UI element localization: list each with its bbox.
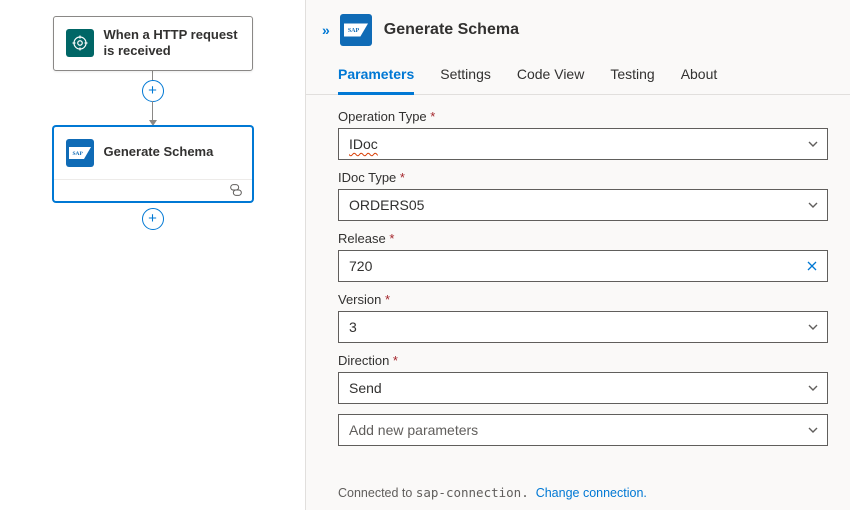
connection-status: Connected to sap-connection. Change conn… bbox=[306, 481, 850, 510]
add-new-parameters-label: Add new parameters bbox=[349, 422, 478, 438]
workflow-canvas: When a HTTP request is received + SAP Ge… bbox=[0, 0, 305, 510]
edge-arrow-icon bbox=[149, 120, 157, 126]
idoc-type-value: ORDERS05 bbox=[349, 197, 424, 213]
release-input[interactable]: 720 bbox=[338, 250, 828, 282]
connection-name: sap-connection. bbox=[416, 485, 529, 500]
direction-value: Send bbox=[349, 380, 382, 396]
tab-about[interactable]: About bbox=[681, 66, 718, 94]
add-new-parameters-select[interactable]: Add new parameters bbox=[338, 414, 828, 446]
edge bbox=[152, 101, 153, 121]
tab-parameters[interactable]: Parameters bbox=[338, 66, 414, 95]
release-value: 720 bbox=[349, 258, 372, 274]
node-http-trigger[interactable]: When a HTTP request is received bbox=[53, 16, 253, 71]
add-step-button[interactable]: + bbox=[142, 80, 164, 102]
clear-icon[interactable] bbox=[805, 259, 819, 273]
connection-icon bbox=[228, 184, 244, 196]
version-label: Version * bbox=[338, 292, 828, 307]
chevron-down-icon bbox=[807, 199, 819, 211]
panel-title: Generate Schema bbox=[384, 21, 519, 39]
chevron-down-icon bbox=[807, 321, 819, 333]
svg-text:SAP: SAP bbox=[348, 28, 360, 34]
chevron-down-icon bbox=[807, 424, 819, 436]
node-sap-title: Generate Schema bbox=[104, 144, 214, 160]
tab-settings[interactable]: Settings bbox=[440, 66, 491, 94]
tab-codeview[interactable]: Code View bbox=[517, 66, 584, 94]
action-detail-panel: » SAP Generate Schema Parameters Setting… bbox=[305, 0, 850, 510]
operation-type-label: Operation Type * bbox=[338, 109, 828, 124]
version-select[interactable]: 3 bbox=[338, 311, 828, 343]
version-value: 3 bbox=[349, 319, 357, 335]
operation-type-value: IDoc bbox=[349, 136, 378, 152]
idoc-type-label: IDoc Type * bbox=[338, 170, 828, 185]
svg-text:SAP: SAP bbox=[72, 151, 83, 157]
node-http-title: When a HTTP request is received bbox=[104, 27, 240, 60]
direction-select[interactable]: Send bbox=[338, 372, 828, 404]
add-step-button[interactable]: + bbox=[142, 208, 164, 230]
release-label: Release * bbox=[338, 231, 828, 246]
collapse-panel-button[interactable]: » bbox=[322, 22, 328, 38]
chevron-down-icon bbox=[807, 138, 819, 150]
direction-label: Direction * bbox=[338, 353, 828, 368]
chevron-down-icon bbox=[807, 382, 819, 394]
tab-testing[interactable]: Testing bbox=[610, 66, 654, 94]
sap-icon: SAP bbox=[66, 139, 94, 167]
node-generate-schema[interactable]: SAP Generate Schema bbox=[53, 126, 253, 202]
operation-type-select[interactable]: IDoc bbox=[338, 128, 828, 160]
http-trigger-icon bbox=[66, 29, 94, 57]
sap-icon: SAP bbox=[340, 14, 372, 46]
idoc-type-select[interactable]: ORDERS05 bbox=[338, 189, 828, 221]
parameters-form: Operation Type * IDoc IDoc Type * ORDERS… bbox=[306, 95, 850, 481]
panel-tabs: Parameters Settings Code View Testing Ab… bbox=[306, 48, 850, 95]
change-connection-link[interactable]: Change connection. bbox=[536, 486, 647, 500]
